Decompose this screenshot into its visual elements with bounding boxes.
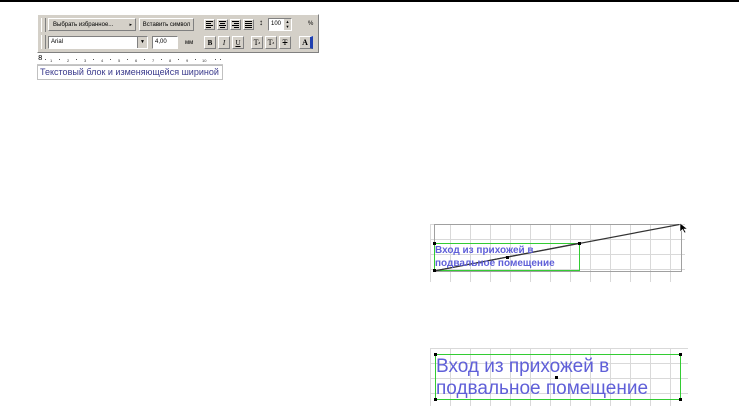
top-border xyxy=(0,0,739,2)
strikethrough-button[interactable]: T xyxy=(279,36,291,49)
ruler-tick: 4 xyxy=(101,58,104,63)
bold-button[interactable]: B xyxy=(204,36,216,49)
favorites-label: Выбрать избранное... xyxy=(53,21,114,28)
drawing-canvas-top[interactable]: Вход из прихожей в подвальное помещение xyxy=(430,222,689,282)
ruler-tick: 8 xyxy=(169,58,172,63)
font-size-value: 4,00 xyxy=(155,39,167,45)
ruler-tick: 6 xyxy=(135,58,138,63)
insert-symbol-button[interactable]: Вставить символ xyxy=(139,18,194,31)
align-justify-button[interactable] xyxy=(243,19,254,30)
align-center-button[interactable] xyxy=(217,19,228,30)
subscript-button[interactable]: Ta xyxy=(265,36,277,49)
ruler-tick: 10 xyxy=(202,58,207,63)
font-name-select[interactable]: Arial ▼ xyxy=(48,36,148,49)
favorites-arrow-icon: ▸ xyxy=(129,21,132,28)
italic-button[interactable]: I xyxy=(218,36,230,49)
underline-button[interactable]: U xyxy=(232,36,244,49)
label-line-2: подвальное помещение xyxy=(436,378,649,399)
align-center-icon xyxy=(219,21,226,28)
label-line-1: Вход из прихожей в xyxy=(435,245,534,256)
strikethrough-icon: T xyxy=(282,38,288,47)
ruler-marker-icon[interactable]: 8 xyxy=(38,54,42,62)
font-size-input[interactable]: 4,00 xyxy=(152,36,178,49)
text-color-icon: A xyxy=(302,38,308,47)
size-unit-label: мм xyxy=(185,40,194,46)
ruler-tick: 1 xyxy=(50,58,53,63)
italic-icon: I xyxy=(222,38,226,47)
align-right-icon xyxy=(232,21,239,28)
ruler-tick: 5 xyxy=(118,58,121,63)
text-block-text: Текстовый блок и изменяющейся шириной xyxy=(40,67,219,77)
insert-symbol-label: Вставить символ xyxy=(142,21,191,28)
underline-icon: U xyxy=(235,38,241,47)
font-name-value: Arial xyxy=(51,39,64,45)
ruler: 8 1 2 3 4 5 6 7 8 9 10 xyxy=(37,54,223,65)
align-left-button[interactable] xyxy=(204,19,215,30)
spacing-input[interactable]: 100 ▲ ▼ xyxy=(268,18,292,31)
ruler-tick: 2 xyxy=(67,58,70,63)
superscript-button[interactable]: Ta xyxy=(251,36,263,49)
toolbar-grip-bottom[interactable] xyxy=(41,35,46,49)
favorites-dropdown[interactable]: Выбрать избранное... ▸ xyxy=(48,18,136,31)
spacing-value: 100 xyxy=(271,21,282,27)
text-block-input[interactable]: Текстовый блок и изменяющейся шириной xyxy=(37,65,223,80)
ruler-tick: 3 xyxy=(84,58,87,63)
bold-icon: B xyxy=(207,38,213,47)
text-color-button[interactable]: A xyxy=(299,36,313,49)
align-left-icon xyxy=(206,21,213,28)
label-line-1: Вход из прихожей в xyxy=(436,356,610,377)
chevron-down-icon[interactable]: ▼ xyxy=(137,37,147,48)
align-right-button[interactable] xyxy=(230,19,241,30)
percent-label: % xyxy=(308,21,314,27)
cursor-arrow-icon xyxy=(679,222,689,234)
toolbar-grip-top[interactable] xyxy=(41,18,46,32)
drawing-canvas-bottom[interactable]: Вход из прихожей в подвальное помещение xyxy=(430,348,688,406)
ruler-tick: 7 xyxy=(152,58,155,63)
align-justify-icon xyxy=(245,21,252,28)
spacing-spinner[interactable]: ▲ ▼ xyxy=(284,19,291,30)
ruler-tick: 9 xyxy=(186,58,189,63)
line-spacing-icon: ↕ xyxy=(259,18,263,27)
label-line-2: подвальное помещение xyxy=(435,258,555,269)
text-format-toolbar: Выбрать избранное... ▸ Вставить символ ↕… xyxy=(37,14,319,53)
